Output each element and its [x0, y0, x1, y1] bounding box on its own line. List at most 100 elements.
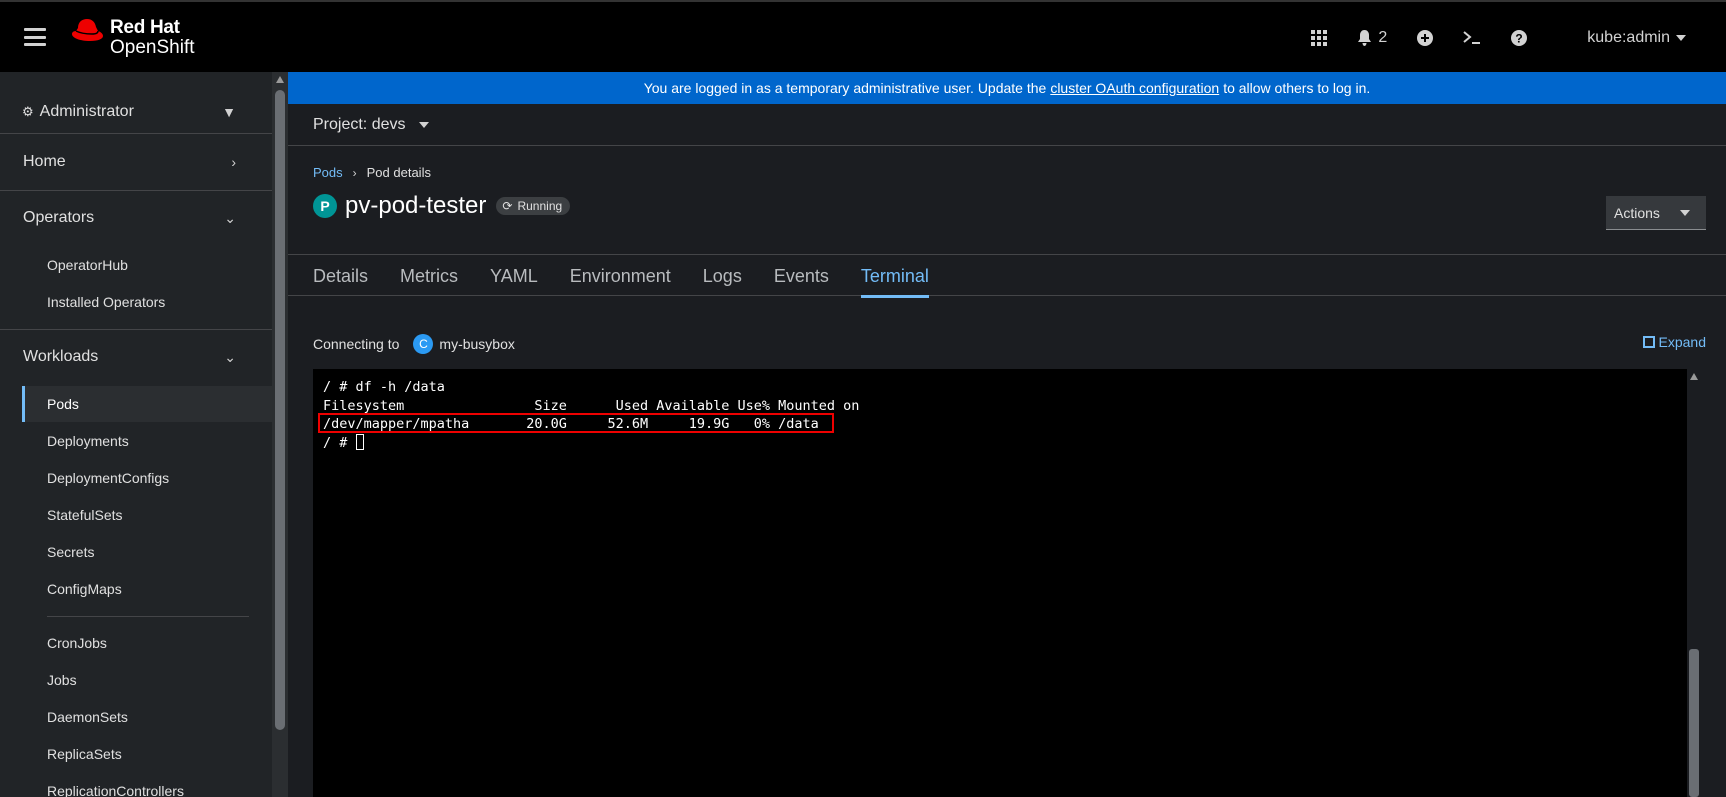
notification-count: 2: [1378, 29, 1388, 46]
sidebar-item-deploymentconfigs[interactable]: DeploymentConfigs: [22, 460, 272, 496]
sidebar-item-label: ReplicaSets: [47, 746, 122, 762]
hamburger-menu-icon[interactable]: [24, 28, 46, 46]
page-title: P pv-pod-tester ⟳ Running: [313, 192, 571, 220]
breadcrumb: Pods › Pod details: [313, 165, 431, 180]
project-label: Project: devs: [313, 115, 406, 133]
chevron-right-icon: ›: [352, 165, 357, 180]
sidebar-item-daemonsets[interactable]: DaemonSets: [22, 699, 272, 735]
sidebar-item-pods[interactable]: Pods: [22, 386, 272, 422]
terminal-icon[interactable]: [1463, 31, 1481, 45]
terminal-prompt: / #: [323, 434, 356, 451]
sidebar-item-deployments[interactable]: Deployments: [22, 423, 272, 459]
sidebar-item-label: StatefulSets: [47, 507, 123, 523]
terminal-prompt-line: / #: [323, 433, 1701, 453]
nav-section-workloads[interactable]: Workloads ⌄: [0, 329, 272, 385]
tab-events[interactable]: Events: [774, 255, 829, 297]
sidebar-scrollbar[interactable]: [272, 72, 288, 797]
caret-down-icon: [1676, 35, 1686, 41]
notifications-button[interactable]: 2: [1357, 29, 1387, 47]
sidebar-item-label: ConfigMaps: [47, 581, 122, 597]
sidebar-item-label: CronJobs: [47, 635, 107, 651]
redhat-hat-icon: [72, 19, 103, 41]
pod-tabs: Details Metrics YAML Environment Logs Ev…: [288, 254, 1726, 298]
tab-details[interactable]: Details: [313, 255, 368, 297]
sidebar-item-label: DaemonSets: [47, 709, 128, 725]
sidebar-item-label: OperatorHub: [47, 257, 128, 273]
sidebar-item-configmaps[interactable]: ConfigMaps: [22, 571, 272, 607]
sync-icon: ⟳: [502, 199, 513, 213]
terminal-cursor: [355, 433, 364, 450]
actions-dropdown[interactable]: Actions: [1606, 196, 1706, 230]
tab-metrics[interactable]: Metrics: [400, 255, 458, 297]
caret-down-icon: [419, 121, 430, 128]
nav-section-label: Operators: [23, 209, 95, 226]
terminal-line: / # df -h /data: [323, 379, 445, 395]
cluster-banner: You are logged in as a temporary adminis…: [288, 72, 1726, 104]
breadcrumb-pods-link[interactable]: Pods: [313, 165, 343, 180]
bell-icon: [1358, 30, 1372, 46]
scrollbar-thumb[interactable]: [275, 90, 285, 730]
import-plus-icon[interactable]: [1417, 30, 1434, 46]
banner-text-after: to allow others to log in.: [1223, 80, 1371, 96]
masthead: Red Hat OpenShift 2 ? kube:admin: [0, 0, 1726, 72]
tab-terminal[interactable]: Terminal: [860, 255, 929, 298]
brand-logo[interactable]: Red Hat OpenShift: [70, 18, 195, 58]
caret-down-icon: [1680, 210, 1690, 216]
tab-yaml[interactable]: YAML: [490, 255, 538, 297]
expand-icon: [1642, 336, 1655, 348]
sidebar-item-replicasets[interactable]: ReplicaSets: [22, 736, 272, 772]
sidebar-item-secrets[interactable]: Secrets: [22, 534, 272, 570]
app-launcher-icon[interactable]: [1311, 30, 1328, 46]
nav-section-home[interactable]: Home ›: [0, 134, 272, 190]
project-bar: Project: devs: [288, 104, 1726, 146]
terminal-window[interactable]: / # df -h /data Filesystem Size Used Ava…: [313, 369, 1701, 797]
sidebar-item-label: Deployments: [47, 433, 129, 449]
sidebar: ⚙ Administrator ▼ Home › Operators ⌄ Ope…: [0, 72, 272, 797]
sidebar-item-label: DeploymentConfigs: [47, 470, 170, 486]
tab-logs[interactable]: Logs: [703, 255, 742, 297]
sidebar-item-label: Jobs: [47, 672, 77, 688]
sidebar-item-installed-operators[interactable]: Installed Operators: [22, 284, 272, 320]
perspective-switcher[interactable]: ⚙ Administrator ▼: [0, 90, 272, 134]
brand-line-2: OpenShift: [110, 37, 195, 58]
breadcrumb-current: Pod details: [366, 165, 431, 180]
banner-text: You are logged in as a temporary adminis…: [643, 80, 1047, 96]
sidebar-item-label: Installed Operators: [47, 294, 166, 310]
container-dropdown[interactable]: my-busybox: [439, 336, 514, 352]
sidebar-item-operatorhub[interactable]: OperatorHub: [22, 247, 272, 283]
user-name: kube:admin: [1587, 29, 1670, 46]
perspective-label: Administrator: [39, 102, 134, 120]
main-content: You are logged in as a temporary adminis…: [288, 72, 1726, 797]
scroll-up-icon[interactable]: [1690, 373, 1698, 380]
sidebar-item-cronjobs[interactable]: CronJobs: [22, 625, 272, 661]
svg-text:?: ?: [1516, 32, 1523, 46]
scrollbar-thumb[interactable]: [1689, 649, 1699, 797]
brand-line-1: Red Hat: [110, 17, 180, 38]
help-icon[interactable]: ?: [1511, 30, 1528, 46]
user-menu[interactable]: kube:admin: [1587, 29, 1686, 47]
project-dropdown[interactable]: Project: devs: [313, 115, 430, 134]
pod-resource-badge: P: [313, 194, 337, 218]
status-badge: ⟳ Running: [496, 197, 571, 215]
connecting-label: Connecting to: [313, 336, 400, 352]
tab-environment[interactable]: Environment: [570, 255, 671, 297]
chevron-down-icon: ⌄: [224, 348, 236, 365]
connection-row: Connecting to C my-busybox: [313, 334, 515, 354]
sidebar-item-label: Secrets: [47, 544, 95, 560]
nav-section-label: Home: [23, 153, 66, 170]
pod-name: pv-pod-tester: [345, 192, 487, 219]
caret-down-icon: ▼: [222, 103, 236, 120]
sidebar-item-label: ReplicationControllers: [47, 783, 184, 797]
cogs-icon: ⚙: [22, 103, 34, 119]
nav-section-label: Workloads: [23, 348, 99, 365]
container-badge: C: [413, 334, 434, 354]
scroll-up-icon[interactable]: [276, 76, 284, 83]
nav-section-operators[interactable]: Operators ⌄: [0, 190, 272, 246]
expand-button[interactable]: Expand: [1642, 334, 1706, 350]
terminal-scrollbar[interactable]: [1687, 369, 1701, 797]
sidebar-item-statefulsets[interactable]: StatefulSets: [22, 497, 272, 533]
sidebar-item-replicationcontrollers[interactable]: ReplicationControllers: [22, 773, 272, 797]
oauth-config-link[interactable]: cluster OAuth configuration: [1050, 80, 1219, 96]
sidebar-item-jobs[interactable]: Jobs: [22, 662, 272, 698]
actions-label: Actions: [1614, 204, 1660, 221]
